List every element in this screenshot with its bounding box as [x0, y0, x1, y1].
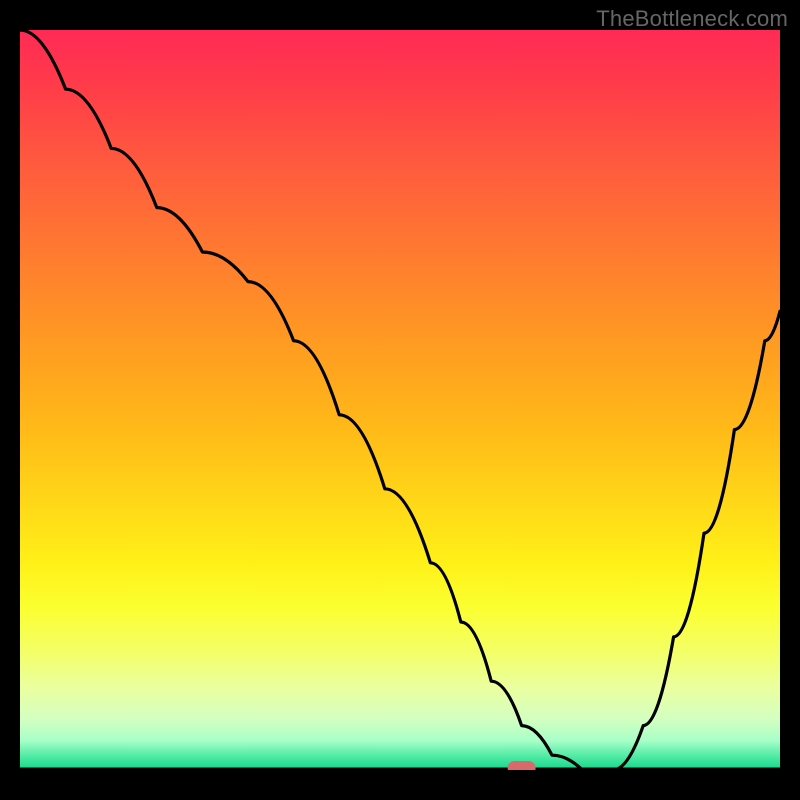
optimal-marker: [508, 761, 536, 770]
curve-layer: [20, 30, 780, 770]
bottleneck-curve: [20, 30, 780, 770]
plot-area: [20, 30, 780, 770]
chart-frame: TheBottleneck.com: [0, 0, 800, 800]
watermark-text: TheBottleneck.com: [596, 6, 788, 32]
